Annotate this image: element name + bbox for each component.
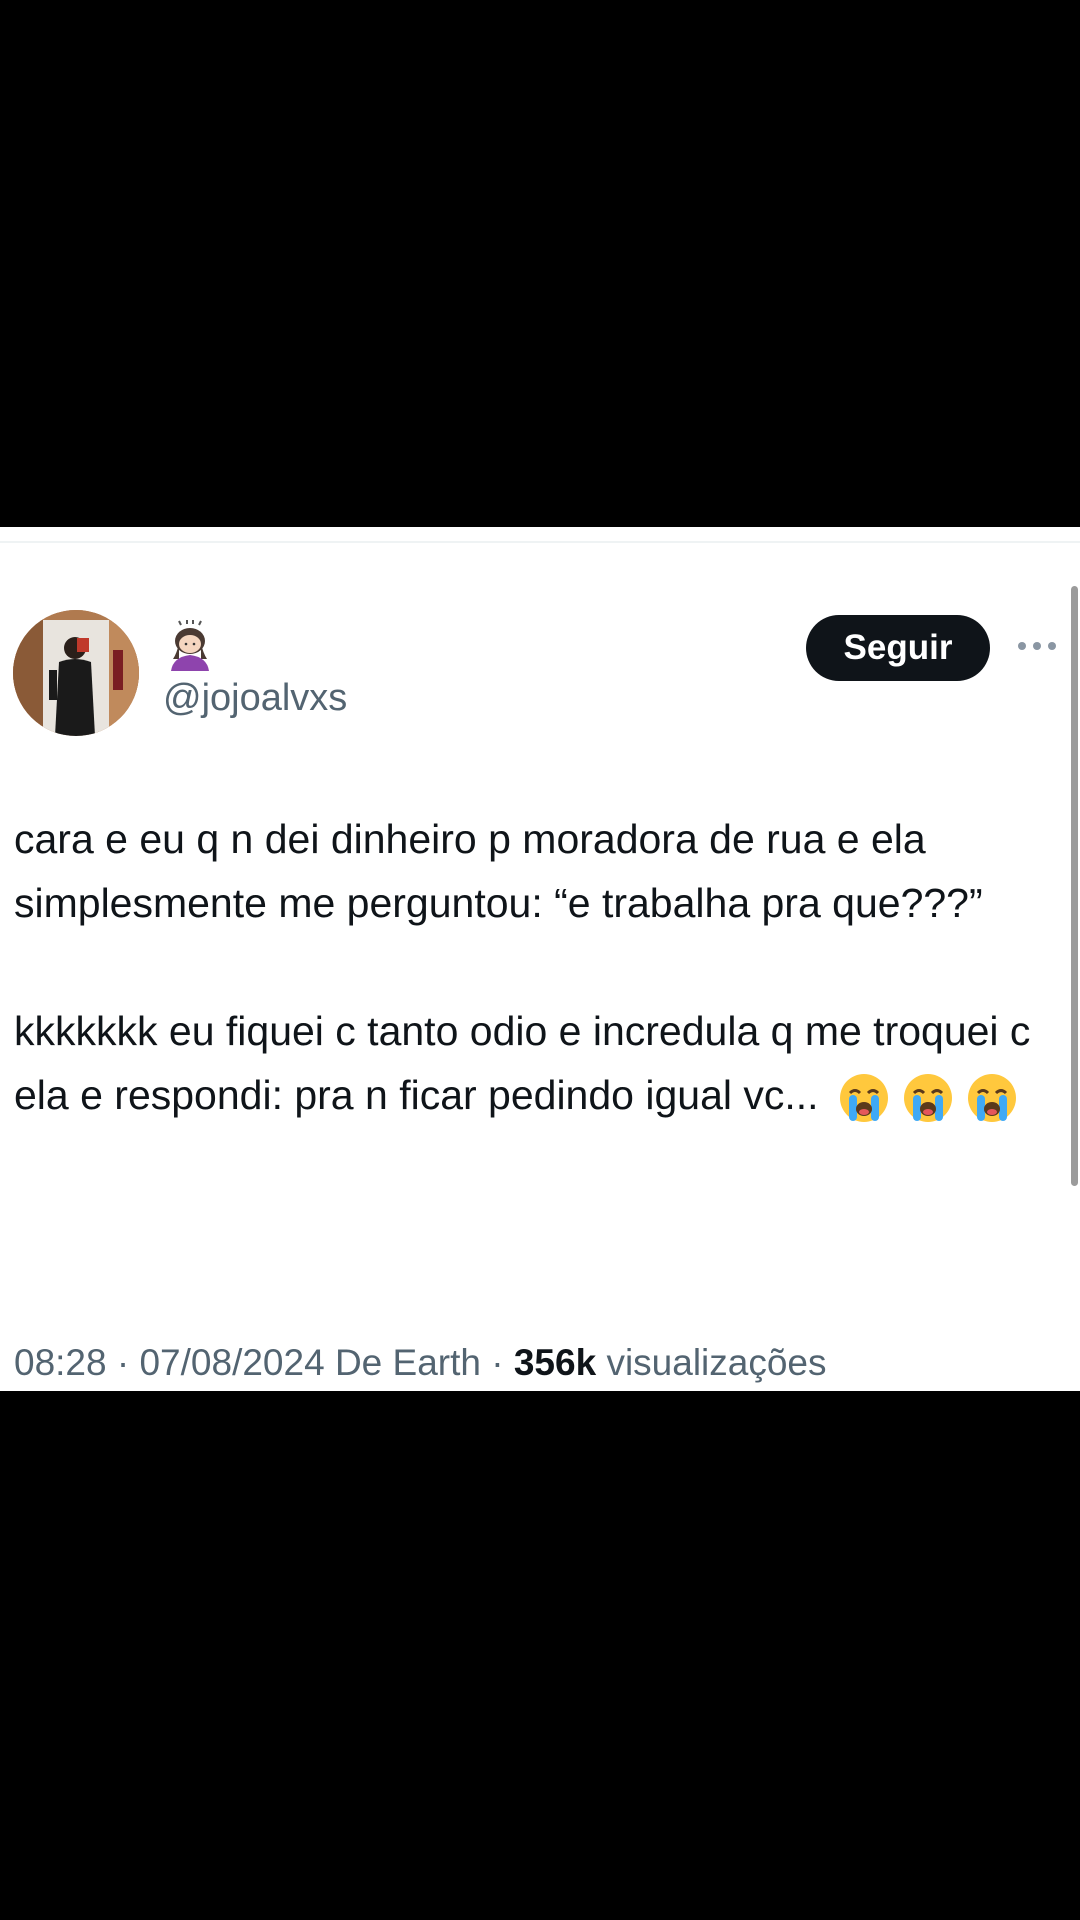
tweet-paragraph-1: cara e eu q n dei dinheiro p moradora de… [14,816,983,926]
loudly-crying-face-icon [901,1071,955,1125]
loudly-crying-face-icon [837,1071,891,1125]
tweet-text: cara e eu q n dei dinheiro p moradora de… [14,807,1064,1127]
loudly-crying-face-icon [965,1071,1019,1125]
meta-separator: · [491,1342,504,1383]
tweet-time[interactable]: 08:28 [14,1342,107,1383]
woman-bowing-emoji-icon [163,619,217,673]
avatar-photo [13,610,139,736]
tweet-card: @jojoalvxs Seguir cara e eu q n dei dinh… [0,527,1080,1391]
views-count: 356k [513,1342,597,1383]
screen: @jojoalvxs Seguir cara e eu q n dei dinh… [0,0,1080,1920]
follow-button[interactable]: Seguir [806,615,990,681]
views-label: visualizações [606,1342,827,1383]
meta-separator: · [116,1342,130,1383]
avatar[interactable] [13,610,139,736]
divider [0,541,1080,543]
user-handle[interactable]: @jojoalvxs [163,675,347,721]
more-horizontal-icon[interactable] [1016,638,1058,654]
tweet-paragraph-2: kkkkkkk eu fiquei c tanto odio e incredu… [14,999,1064,1127]
tweet-location: De Earth [334,1342,481,1383]
tweet-metadata: 08:28 · 07/08/2024 De Earth · 356k visua… [14,1341,827,1385]
crying-emoji-row [837,1071,1019,1125]
tweet-date[interactable]: 07/08/2024 [139,1342,324,1383]
scrollbar[interactable] [1071,586,1078,1186]
